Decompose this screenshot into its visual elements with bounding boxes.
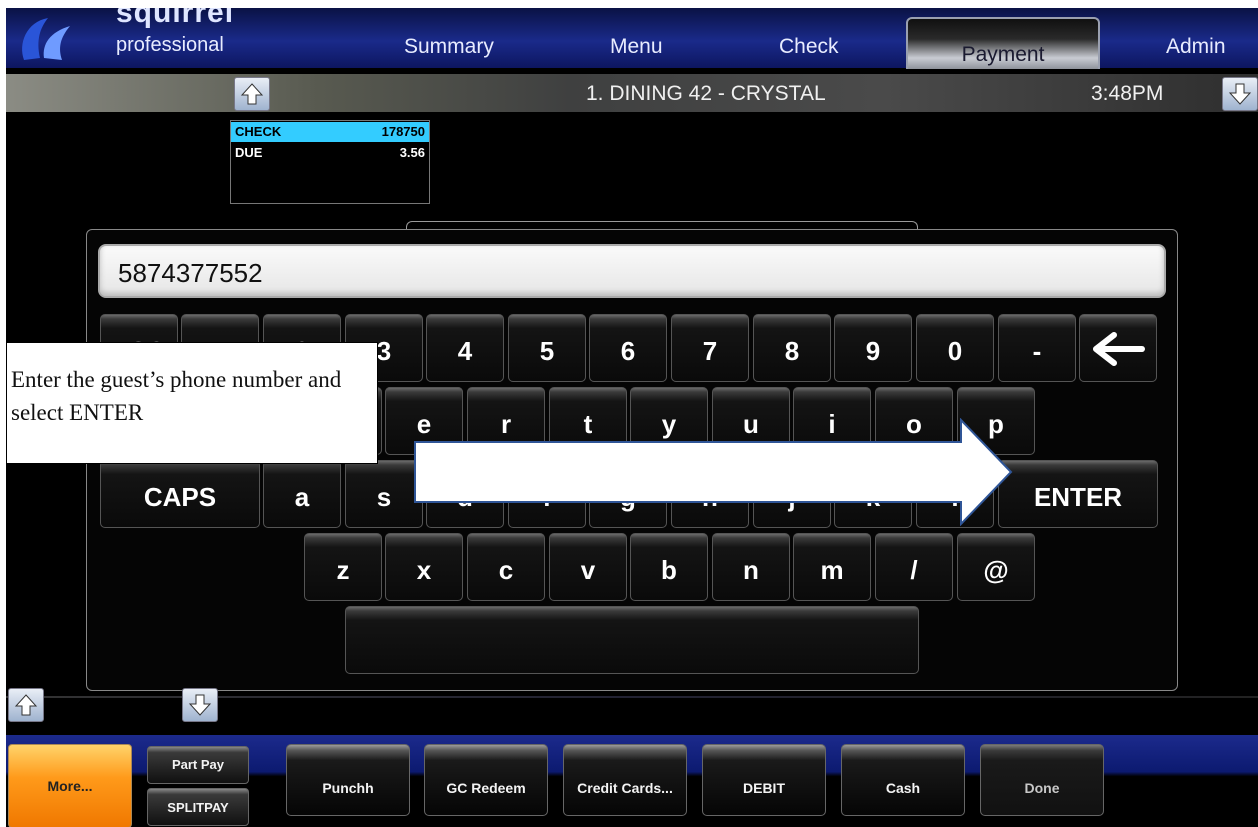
list-scroll-up-button[interactable] bbox=[8, 688, 44, 722]
phone-input-value: 5874377552 bbox=[118, 258, 263, 288]
tab-menu[interactable]: Menu bbox=[610, 32, 663, 62]
part-pay-button[interactable]: Part Pay bbox=[147, 746, 249, 784]
scroll-down-button[interactable] bbox=[1222, 77, 1258, 111]
more-button[interactable]: More... bbox=[8, 744, 132, 827]
key-s[interactable]: s bbox=[345, 460, 423, 528]
key-6[interactable]: 6 bbox=[589, 314, 667, 382]
credit-cards-button[interactable]: Credit Cards... bbox=[563, 744, 687, 816]
key-backspace[interactable] bbox=[1079, 314, 1157, 382]
splitpay-button[interactable]: SPLITPAY bbox=[147, 788, 249, 826]
arrow-up-icon bbox=[240, 83, 264, 105]
key-4[interactable]: 4 bbox=[426, 314, 504, 382]
brand-name: squirrel bbox=[116, 8, 235, 29]
key-z[interactable]: z bbox=[304, 533, 382, 601]
top-navigation: squirrel professional Summary Menu Check… bbox=[6, 8, 1258, 69]
key-0[interactable]: 0 bbox=[916, 314, 994, 382]
key-a[interactable]: a bbox=[263, 460, 341, 528]
instruction-text: Enter the guest’s phone number and selec… bbox=[11, 367, 342, 425]
brand-subtitle: professional bbox=[116, 34, 224, 56]
key-space[interactable] bbox=[345, 606, 919, 674]
due-amount: 3.56 bbox=[399, 145, 425, 160]
pos-screen: squirrel professional Summary Menu Check… bbox=[6, 8, 1258, 827]
arrow-down-icon bbox=[188, 694, 212, 716]
tab-admin[interactable]: Admin bbox=[1166, 32, 1226, 62]
key-n[interactable]: n bbox=[712, 533, 790, 601]
check-label: CHECK bbox=[235, 124, 282, 139]
tab-payment[interactable]: Payment bbox=[906, 17, 1100, 69]
key-m[interactable]: m bbox=[793, 533, 871, 601]
done-button[interactable]: Done bbox=[980, 744, 1104, 816]
key-5[interactable]: 5 bbox=[508, 314, 586, 382]
debit-button[interactable]: DEBIT bbox=[702, 744, 826, 816]
arrow-up-icon bbox=[14, 694, 38, 716]
key-x[interactable]: x bbox=[385, 533, 463, 601]
key-at[interactable]: @ bbox=[957, 533, 1035, 601]
arrow-down-icon bbox=[1228, 83, 1252, 105]
key-7[interactable]: 7 bbox=[671, 314, 749, 382]
enter-button[interactable]: ENTER bbox=[998, 460, 1158, 528]
check-number: 178750 bbox=[381, 124, 425, 139]
squirrel-logo-icon bbox=[22, 18, 70, 60]
key-8[interactable]: 8 bbox=[753, 314, 831, 382]
cash-button[interactable]: Cash bbox=[841, 744, 965, 816]
backspace-arrow-icon bbox=[1093, 332, 1145, 366]
key-slash[interactable]: / bbox=[875, 533, 953, 601]
check-summary[interactable]: CHECK 178750 DUE 3.56 bbox=[230, 120, 430, 204]
due-row: DUE 3.56 bbox=[231, 143, 429, 163]
clock: 3:48PM bbox=[1091, 82, 1164, 105]
tab-summary[interactable]: Summary bbox=[404, 32, 494, 62]
key-9[interactable]: 9 bbox=[834, 314, 912, 382]
table-title: 1. DINING 42 - CRYSTAL bbox=[586, 82, 826, 105]
key-v[interactable]: v bbox=[549, 533, 627, 601]
phone-input[interactable]: 5874377552 bbox=[98, 244, 1166, 298]
key-b[interactable]: b bbox=[630, 533, 708, 601]
instruction-callout: Enter the guest’s phone number and selec… bbox=[6, 342, 378, 464]
list-scroll-down-button[interactable] bbox=[182, 688, 218, 722]
key-c[interactable]: c bbox=[467, 533, 545, 601]
key-caps[interactable]: CAPS bbox=[100, 460, 260, 528]
due-label: DUE bbox=[235, 145, 263, 160]
punchh-button[interactable]: Punchh bbox=[286, 744, 410, 816]
gc-redeem-button[interactable]: GC Redeem bbox=[424, 744, 548, 816]
pointer-arrow-icon bbox=[414, 418, 1013, 526]
check-row: CHECK 178750 bbox=[231, 122, 429, 142]
key-dash[interactable]: - bbox=[998, 314, 1076, 382]
scroll-up-button[interactable] bbox=[234, 77, 270, 111]
tab-check[interactable]: Check bbox=[779, 32, 839, 62]
